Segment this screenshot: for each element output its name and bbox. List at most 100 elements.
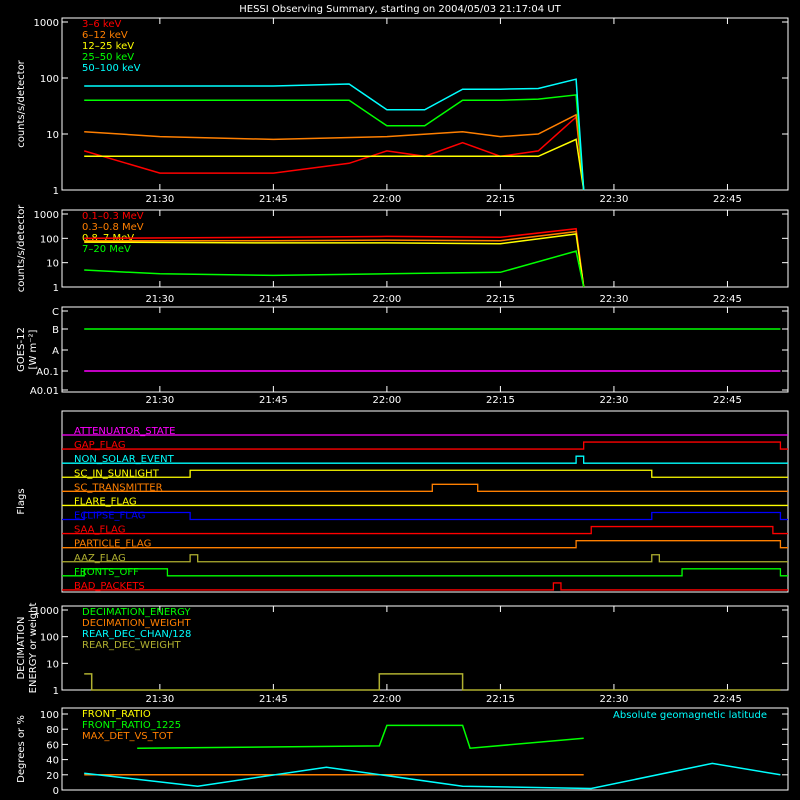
y-tick-label: 100: [40, 234, 59, 245]
y-tick-label: 1000: [34, 18, 59, 29]
panel-flags: FlagsATTENUATOR_STATEGAP_FLAGNON_SOLAR_E…: [16, 410, 789, 593]
legend-entry: 25–50 keV: [82, 52, 134, 63]
legend-entry: DECIMATION_WEIGHT: [82, 618, 191, 629]
x-tick-label: 21:45: [259, 294, 288, 305]
series-line: [84, 673, 781, 691]
y-tick-label: 80: [46, 725, 59, 736]
legend-entry: 0.3–0.8 MeV: [82, 222, 144, 233]
legend-entry: FRONT_RATIO: [82, 709, 151, 720]
x-tick-label: 21:30: [145, 694, 174, 705]
flag-line: [62, 554, 788, 563]
series-line: [84, 227, 585, 288]
flag-line: [62, 540, 788, 549]
x-tick-label: 21:45: [259, 694, 288, 705]
legend-entry: MAX_DET_VS_TOT: [82, 731, 174, 742]
y-tick-label: 1: [53, 186, 59, 197]
y-tick-label: 1000: [34, 210, 59, 221]
flag-line: [62, 483, 788, 492]
legend-entry: 3–6 keV: [82, 19, 121, 30]
panel-ratios: 0 20 40 60 80 100 Degrees or % FRONT_RATIOFRONT…: [16, 707, 789, 797]
series-line: [84, 250, 585, 288]
series-line: [84, 94, 585, 191]
panel-frame: [61, 17, 789, 191]
x-tick-label: 22:15: [486, 694, 515, 705]
panel-low_energy: 1 10 100 1000 21:30 21:45 22:00 22:15 22:30 22:45…: [16, 17, 789, 205]
y-tick-label: 1: [53, 686, 59, 697]
x-tick-label: 22:45: [713, 294, 742, 305]
x-tick-label: 22:30: [600, 194, 629, 205]
y-tick-label: 10: [46, 259, 59, 270]
x-tick-label: 22:45: [713, 194, 742, 205]
series-line: [84, 113, 585, 191]
y-tick-label: A0.1: [36, 367, 59, 378]
x-tick-label: 21:45: [259, 395, 288, 406]
panel-high_energy: 1 10 100 1000 21:30 21:45 22:00 22:15 22:30 22:45…: [16, 204, 789, 305]
flag-line: [62, 469, 788, 478]
y-axis-label: counts/s/detector: [16, 59, 27, 147]
legend-entry: FRONT_RATIO_1225: [82, 720, 181, 731]
y-axis-label: Flags: [16, 488, 27, 514]
x-tick-label: 21:30: [145, 194, 174, 205]
panel-goes: A0.01 A0.1 ABC 21:30 21:45 22:00 22:15 22:30 22:…: [16, 306, 789, 406]
y-tick-label: C: [52, 307, 59, 318]
legend-entry: 7–20 MeV: [82, 244, 131, 255]
y-tick-label: 20: [46, 771, 59, 782]
y-axis-label: Degrees or %: [16, 715, 27, 783]
y-tick-label: 10: [46, 659, 59, 670]
panel-decimation: 110100100021:30 21:45 22:00 22:15 22:30 22:45…: [16, 603, 789, 705]
legend-entry: DECIMATION_ENERGY: [82, 607, 191, 618]
legend-entry: 12–25 keV: [82, 41, 134, 52]
y-tick-label: B: [52, 325, 59, 336]
y-tick-label: A: [52, 346, 59, 357]
y-axis-label: GOES-12: [16, 327, 27, 372]
flag-line: [62, 525, 788, 535]
y-tick-label: A0.01: [30, 386, 59, 397]
panel-frame: [61, 410, 789, 593]
legend-entry: 0.1–0.3 MeV: [82, 211, 144, 222]
observing-summary-chart: HESSI Observing Summary, starting on 200…: [16, 4, 789, 797]
legend-entry: REAR_DEC_WEIGHT: [82, 640, 181, 651]
y-tick-label: 0: [53, 786, 59, 797]
panel-frame: [61, 209, 789, 288]
x-tick-label: 22:30: [600, 294, 629, 305]
y-tick-label: 60: [46, 740, 59, 751]
y-tick-label: 100: [40, 633, 59, 644]
y-axis-label: DECIMATION: [16, 616, 27, 679]
x-tick-label: 22:45: [713, 395, 742, 406]
chart-title: HESSI Observing Summary, starting on 200…: [239, 4, 561, 15]
x-tick-label: 21:45: [259, 194, 288, 205]
flag-line: [62, 441, 788, 450]
y-axis-label: counts/s/detector: [16, 204, 27, 292]
x-tick-label: 21:30: [145, 294, 174, 305]
legend-entry: REAR_DEC_CHAN/128: [82, 629, 191, 640]
y-tick-label: 40: [46, 756, 59, 767]
x-tick-label: 22:00: [372, 194, 401, 205]
x-tick-label: 22:00: [372, 395, 401, 406]
x-tick-label: 22:30: [600, 395, 629, 406]
x-tick-label: 22:45: [713, 694, 742, 705]
flag-line: [62, 568, 788, 577]
series-line: [137, 724, 584, 749]
y-tick-label: 10: [46, 130, 59, 141]
x-tick-label: 22:00: [372, 294, 401, 305]
legend-entry: 50–100 keV: [82, 63, 141, 74]
series-line: [83, 115, 585, 191]
x-tick-label: 22:15: [486, 294, 515, 305]
x-tick-label: 22:15: [486, 194, 515, 205]
series-line: [84, 233, 585, 288]
series-line: [84, 762, 781, 790]
flag-line: [62, 511, 788, 521]
y-tick-label: 1: [53, 283, 59, 294]
legend-entry: 6–12 keV: [82, 30, 128, 41]
flag-line: [62, 582, 788, 591]
x-tick-label: 21:30: [145, 395, 174, 406]
y-tick-label: 100: [40, 74, 59, 85]
x-tick-label: 22:15: [486, 395, 515, 406]
y-axis-label-2: [W m⁻²]: [28, 329, 39, 369]
series-line: [84, 230, 585, 288]
x-tick-label: 22:30: [600, 694, 629, 705]
y-axis-label-2: ENERGY or weight: [28, 603, 39, 694]
annotation-text: Absolute geomagnetic latitude: [613, 710, 767, 721]
x-tick-label: 22:00: [372, 694, 401, 705]
panel-frame: [61, 306, 789, 393]
